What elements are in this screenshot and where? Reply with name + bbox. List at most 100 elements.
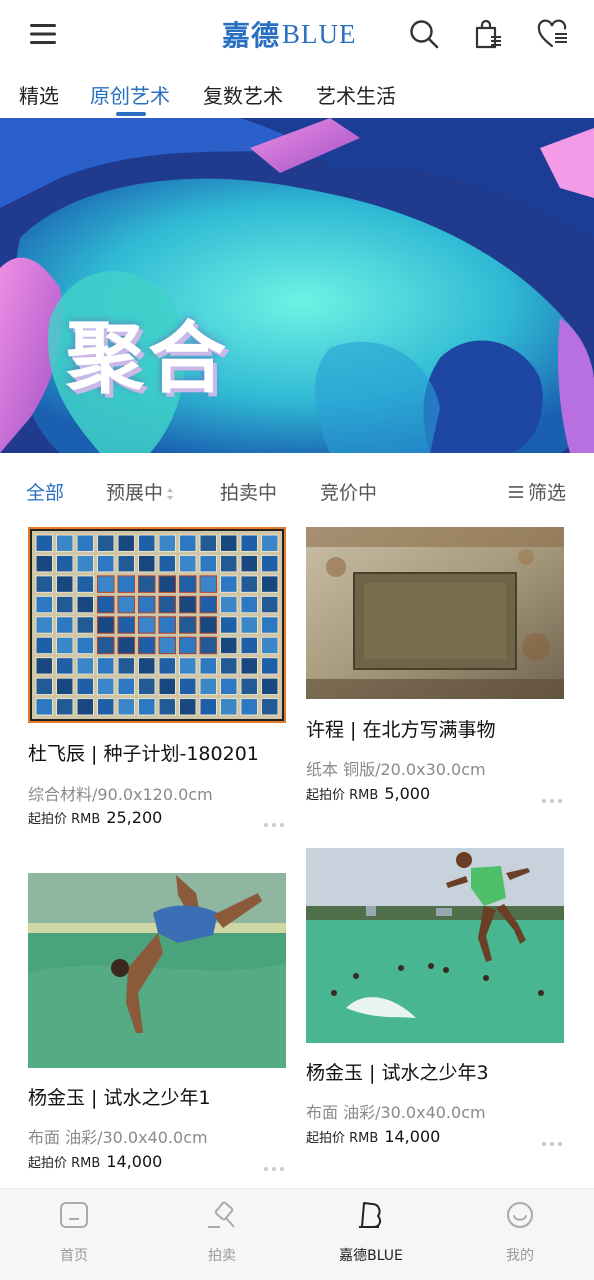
mosaic-tile [179,636,197,655]
mosaic-tile [35,636,53,655]
price-label: 起拍价 RMB [28,1156,101,1171]
nav-home[interactable]: 首页 [14,1189,134,1280]
mosaic-tile [220,616,238,634]
mosaic-tile [240,636,258,655]
mosaic-tile [199,595,217,614]
mosaic-tile [76,616,94,634]
artwork-material: 布面 油彩/30.0x40.0cm [306,1103,486,1122]
nav-profile[interactable]: 我的 [460,1189,580,1280]
artwork-card[interactable]: 许程 | 在北方写满事物 纸本 铜版/20.0x30.0cm 起拍价 RMB 5,… [306,527,564,807]
mosaic-tile [158,595,176,614]
mosaic-tile [199,575,217,593]
tab-featured[interactable]: 精选 [19,80,59,109]
more-options-icon[interactable] [542,797,566,805]
artwork-image[interactable] [306,848,564,1043]
artwork-material: 纸本 铜版/20.0x30.0cm [306,760,486,779]
mosaic-tile [117,677,135,696]
mosaic-tile [158,575,176,593]
artwork-material: 布面 油彩/30.0x40.0cm [28,1128,208,1147]
search-icon[interactable] [404,14,444,54]
mosaic-tile [240,677,258,696]
artwork-card[interactable]: 杨金玉 | 试水之少年3 布面 油彩/30.0x40.0cm 起拍价 RMB 14… [306,848,564,1148]
filter-button[interactable]: 筛选 [508,478,566,505]
mosaic-tile [76,595,94,614]
tab-multiple-art[interactable]: 复数艺术 [203,80,283,109]
price-label: 起拍价 RMB [306,1131,379,1146]
nav-auction[interactable]: 拍卖 [162,1189,282,1280]
mosaic-tile [179,534,197,552]
more-options-icon[interactable] [542,1140,566,1148]
mosaic-tile [179,698,197,716]
mosaic-tile [76,554,94,573]
price-label: 起拍价 RMB [28,812,101,827]
mosaic-tile [220,636,238,655]
hero-banner[interactable]: 聚合 [0,118,594,453]
filter-preview-label: 预展中 [106,482,164,504]
mosaic-tile [261,595,279,614]
mosaic-tile [138,595,156,614]
mosaic-tile [35,554,53,573]
nav-blue-label: 嘉德BLUE [339,1248,403,1264]
mosaic-tile [199,616,217,634]
gavel-icon [208,1201,235,1228]
mosaic-tile [199,534,217,552]
wishlist-heart-icon[interactable] [533,14,573,54]
mosaic-tile [56,657,74,675]
tab-art-life[interactable]: 艺术生活 [316,80,396,109]
mosaic-tile [76,575,94,593]
mosaic-tile [261,698,279,716]
mosaic-tile [158,677,176,696]
filter-all[interactable]: 全部 [26,478,64,505]
mosaic-tile [220,575,238,593]
grid-artwork [30,529,284,721]
price-value: 5,000 [384,784,431,803]
mosaic-tile [35,616,53,634]
mosaic-tile [261,575,279,593]
mosaic-tile [97,636,115,655]
mosaic-tile [240,575,258,593]
mosaic-tile [199,554,217,573]
filter-auctioning[interactable]: 拍卖中 [220,478,277,505]
artwork-image[interactable] [28,873,286,1068]
logo-latin: BLUE [282,18,357,49]
mosaic-tile [138,636,156,655]
mosaic-tile [179,657,197,675]
mosaic-tile [220,554,238,573]
filter-preview[interactable]: 预展中 [106,478,175,505]
artwork-card[interactable]: 杨金玉 | 试水之少年1 布面 油彩/30.0x40.0cm 起拍价 RMB 14… [28,873,286,1173]
filter-bidding[interactable]: 竞价中 [320,478,377,505]
mosaic-tile [158,657,176,675]
mosaic-tile [261,554,279,573]
mosaic-tile [240,595,258,614]
more-options-icon[interactable] [264,821,288,829]
artwork-material: 综合材料/90.0x120.0cm [28,785,213,804]
mosaic-tile [220,698,238,716]
mosaic-tile [138,698,156,716]
mosaic-tile [117,636,135,655]
artwork-image[interactable] [28,527,286,723]
tab-original-art[interactable]: 原创艺术 [90,80,170,109]
artwork-card[interactable]: 杜飞辰 | 种子计划-180201 综合材料/90.0x120.0cm 起拍价 … [28,527,286,837]
mosaic-tile [76,657,94,675]
mosaic-tile [56,595,74,614]
shopping-bag-icon[interactable] [468,14,508,54]
mosaic-tile [158,616,176,634]
mosaic-tile [220,595,238,614]
mosaic-tile [199,636,217,655]
mosaic-tile [76,698,94,716]
price-value: 14,000 [106,1152,163,1171]
nav-blue[interactable]: 嘉德BLUE [311,1189,431,1280]
bottom-navigation: 首页 拍卖 嘉德BLUE 我的 [0,1188,594,1280]
mosaic-tile [240,698,258,716]
mosaic-tile [179,575,197,593]
mosaic-tile [240,554,258,573]
mosaic-tile [179,554,197,573]
mosaic-tile [117,554,135,573]
mosaic-tile [261,677,279,696]
artwork-image[interactable] [306,527,564,699]
more-options-icon[interactable] [264,1165,288,1173]
profile-icon [507,1202,533,1228]
mosaic-tile [35,677,53,696]
menu-icon[interactable] [24,14,64,54]
price-row: 起拍价 RMB 14,000 [306,1127,440,1146]
